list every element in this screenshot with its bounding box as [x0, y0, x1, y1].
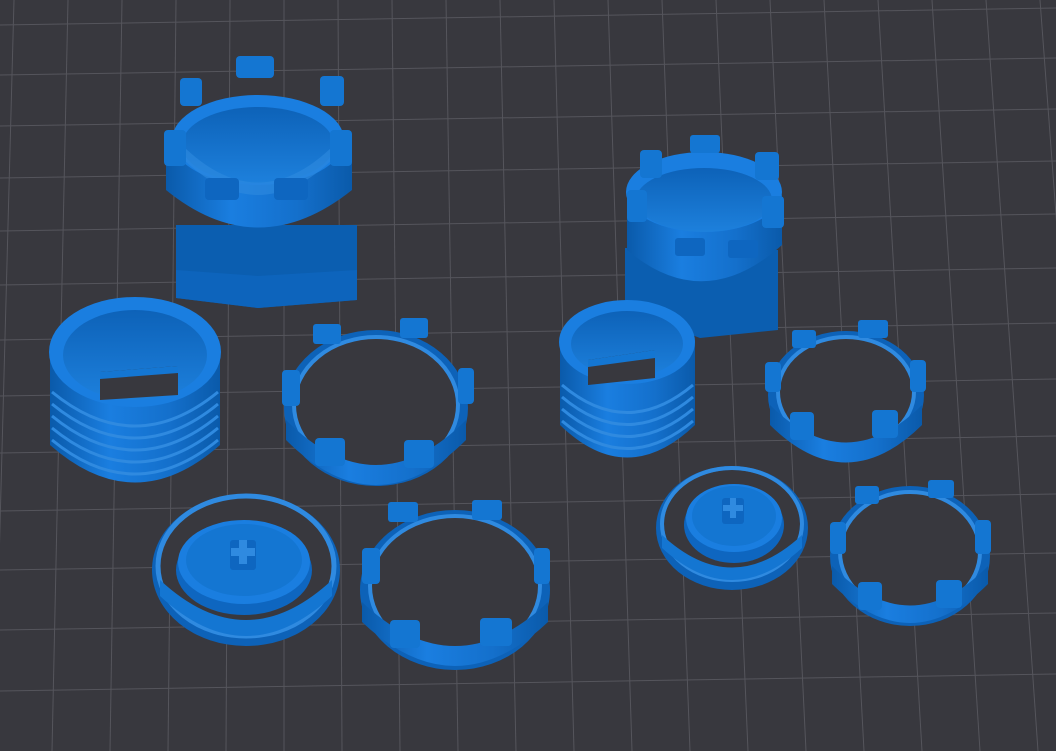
large-tower-holder[interactable] [164, 56, 357, 308]
large-threaded-cup[interactable] [49, 297, 221, 483]
large-base-disc[interactable] [152, 493, 340, 646]
small-threaded-cup[interactable] [559, 300, 695, 458]
small-castellated-ring-upper[interactable] [765, 320, 926, 463]
large-castellated-ring-upper[interactable] [282, 318, 474, 486]
large-castellated-ring-lower[interactable] [360, 500, 550, 670]
small-castellated-ring-lower[interactable] [830, 480, 991, 626]
3d-viewport[interactable] [0, 0, 1056, 751]
scene-canvas[interactable] [0, 0, 1056, 751]
small-base-disc[interactable] [656, 466, 808, 590]
